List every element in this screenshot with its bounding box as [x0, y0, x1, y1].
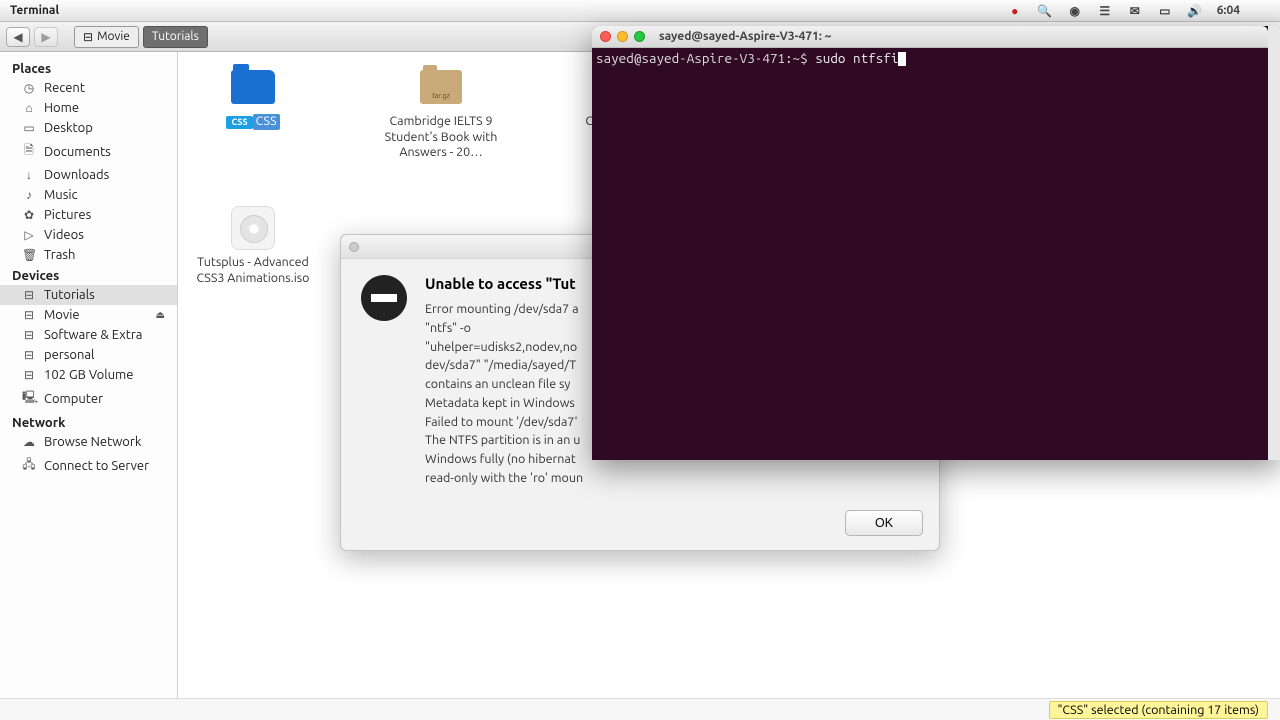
sidebar-icon: ◷	[22, 81, 36, 95]
sidebar-icon: 🖧	[22, 455, 36, 476]
css-badge: CSS	[226, 116, 252, 129]
sidebar-icon: ⌂	[22, 101, 36, 115]
sidebar-item-recent[interactable]: ◷Recent	[0, 78, 177, 98]
sidebar-icon: 🗑	[22, 248, 36, 262]
file-item[interactable]: CSSCSS	[188, 66, 318, 161]
sidebar-icon: ☁	[22, 435, 36, 449]
sidebar-item-home[interactable]: ⌂Home	[0, 98, 177, 118]
archive-icon: tar.gz	[420, 70, 462, 104]
file-name: CSS	[253, 114, 280, 130]
selection-status: "CSS" selected (containing 17 items)	[1049, 701, 1268, 719]
video-icon[interactable]: ▭	[1157, 3, 1173, 19]
sidebar-item-documents[interactable]: 🗎Documents	[0, 138, 177, 165]
wifi-icon[interactable]: ◉	[1067, 3, 1083, 19]
terminal-prompt: sayed@sayed-Aspire-V3-471:~$	[596, 50, 815, 66]
folder-icon	[231, 70, 275, 104]
sidebar-icon: ⊟	[22, 288, 36, 302]
breadcrumb-movie[interactable]: ⊟ Movie	[74, 26, 139, 48]
sidebar-item-music[interactable]: ♪Music	[0, 185, 177, 205]
indicator-icon[interactable]: ☰	[1097, 3, 1113, 19]
section-devices: Devices	[0, 265, 177, 285]
sidebar-item-connect-to-server[interactable]: 🖧Connect to Server	[0, 452, 177, 479]
sidebar-item-browse-network[interactable]: ☁Browse Network	[0, 432, 177, 452]
mail-icon[interactable]: ✉	[1127, 3, 1143, 19]
sidebar-icon: 🖳	[22, 388, 36, 409]
sidebar-item-personal[interactable]: ⊟personal	[0, 345, 177, 365]
volume-icon[interactable]: 🔊	[1187, 3, 1203, 19]
sidebar-icon: ♪	[22, 188, 36, 202]
sidebar-item-tutorials[interactable]: ⊟Tutorials	[0, 285, 177, 305]
sidebar-icon: ⊟	[22, 348, 36, 362]
terminal-window: sayed@sayed-Aspire-V3-471: ~ sayed@sayed…	[592, 26, 1280, 460]
dialog-close-icon[interactable]	[349, 242, 359, 252]
eject-icon[interactable]: ⏏	[156, 309, 165, 321]
file-name: Tutsplus - Advanced CSS3 Animations.iso	[188, 255, 318, 286]
forward-button[interactable]: ▶	[34, 27, 58, 47]
sidebar-item-software-extra[interactable]: ⊟Software & Extra	[0, 325, 177, 345]
record-icon[interactable]: ●	[1007, 3, 1023, 19]
breadcrumb-tutorials[interactable]: Tutorials	[143, 26, 208, 48]
file-item[interactable]: Tutsplus - Advanced CSS3 Animations.iso	[188, 207, 318, 286]
disc-icon	[231, 206, 275, 250]
sidebar-item-downloads[interactable]: ↓Downloads	[0, 165, 177, 185]
section-network: Network	[0, 412, 177, 432]
terminal-command: sudo ntfsfi	[815, 50, 898, 66]
sidebar-item-videos[interactable]: ▷Videos	[0, 225, 177, 245]
drive-icon: ⊟	[83, 30, 93, 44]
sidebar-item-computer[interactable]: 🖳Computer	[0, 385, 177, 412]
sidebar-item-desktop[interactable]: ▭Desktop	[0, 118, 177, 138]
search-icon[interactable]: 🔍	[1037, 3, 1053, 19]
terminal-title: sayed@sayed-Aspire-V3-471: ~	[659, 30, 831, 43]
sidebar: Places ◷Recent⌂Home▭Desktop🗎Documents↓Do…	[0, 52, 178, 698]
sidebar-icon: 🗎	[22, 141, 36, 162]
section-places: Places	[0, 58, 177, 78]
ok-button[interactable]: OK	[845, 510, 923, 536]
apple-icon[interactable]	[1254, 3, 1270, 19]
dialog-message: Error mounting /dev/sda7 a "ntfs" -o "uh…	[425, 300, 583, 488]
sidebar-item-movie[interactable]: ⊟Movie⏏	[0, 305, 177, 325]
sidebar-icon: ▷	[22, 228, 36, 242]
error-icon	[361, 275, 407, 321]
sidebar-icon: ⊟	[22, 328, 36, 342]
file-item[interactable]: tar.gz Cambridge IELTS 9 Student's Book w…	[376, 66, 506, 161]
sidebar-item-trash[interactable]: 🗑Trash	[0, 245, 177, 265]
sidebar-item-102-gb-volume[interactable]: ⊟102 GB Volume	[0, 365, 177, 385]
system-menubar: Terminal ● 🔍 ◉ ☰ ✉ ▭ 🔊 6:04	[0, 0, 1280, 22]
sidebar-icon: ↓	[22, 168, 36, 182]
back-button[interactable]: ◀	[6, 27, 30, 47]
terminal-titlebar[interactable]: sayed@sayed-Aspire-V3-471: ~	[592, 26, 1268, 48]
clock[interactable]: 6:04	[1217, 4, 1240, 17]
zoom-icon[interactable]	[634, 31, 645, 42]
minimize-icon[interactable]	[617, 31, 628, 42]
file-name: Cambridge IELTS 9 Student's Book with An…	[376, 114, 506, 161]
sidebar-icon: ⊟	[22, 308, 36, 322]
close-icon[interactable]	[600, 31, 611, 42]
status-bar: "CSS" selected (containing 17 items)	[0, 698, 1280, 720]
sidebar-icon: ⊟	[22, 368, 36, 382]
sidebar-icon: ▭	[22, 121, 36, 135]
terminal-body[interactable]: sayed@sayed-Aspire-V3-471:~$ sudo ntfsfi	[592, 48, 1268, 460]
dialog-heading: Unable to access "Tut	[425, 275, 583, 292]
sidebar-item-pictures[interactable]: ✿Pictures	[0, 205, 177, 225]
sidebar-icon: ✿	[22, 208, 36, 222]
cursor-icon	[898, 52, 906, 66]
app-name: Terminal	[10, 4, 59, 17]
